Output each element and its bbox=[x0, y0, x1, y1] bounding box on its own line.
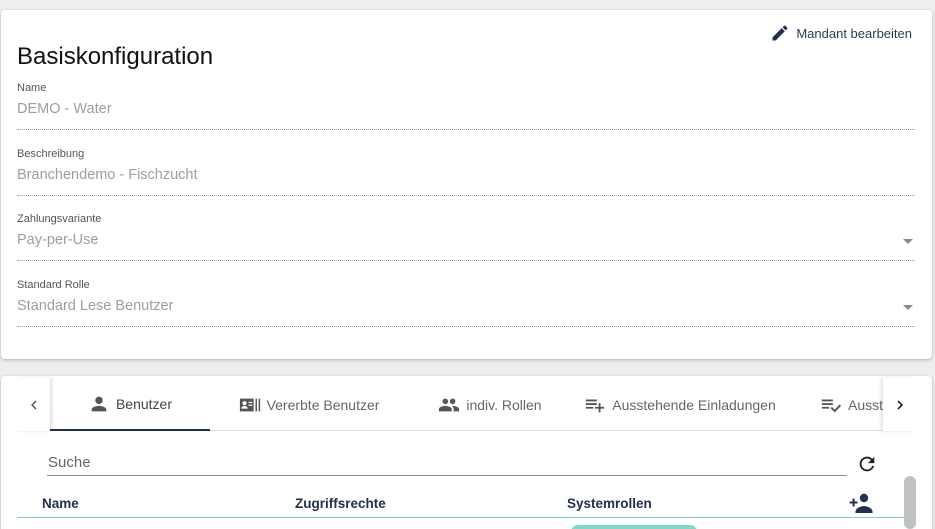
tabs-viewport: Benutzer Vererbte Benutzer indiv. Rollen… bbox=[50, 378, 884, 431]
default-role-select[interactable]: Standard Rolle Standard Lese Benutzer bbox=[17, 279, 915, 327]
tab-scroll-left-button[interactable] bbox=[17, 378, 50, 431]
tab-label: Ausst bbox=[848, 396, 884, 413]
pencil-icon bbox=[772, 25, 788, 41]
description-field[interactable]: Beschreibung Branchendemo - Fischzucht bbox=[17, 148, 915, 196]
users-card: Benutzer Vererbte Benutzer indiv. Rollen… bbox=[1, 376, 932, 529]
dropdown-arrow-icon[interactable] bbox=[903, 305, 913, 310]
playlist-check-icon bbox=[821, 399, 842, 412]
description-field-label: Beschreibung bbox=[17, 148, 85, 160]
page-title: Basiskonfiguration bbox=[17, 43, 214, 70]
payment-variant-label: Zahlungsvariante bbox=[17, 213, 102, 225]
person-add-icon bbox=[849, 493, 873, 513]
name-field-value: DEMO - Water bbox=[17, 101, 112, 117]
name-field-label: Name bbox=[17, 82, 47, 94]
tab-scroll-right-button[interactable] bbox=[883, 378, 916, 431]
scrollbar-thumb[interactable] bbox=[904, 476, 916, 529]
name-field[interactable]: Name DEMO - Water bbox=[17, 82, 915, 130]
tab-label: Vererbte Benutzer bbox=[266, 396, 380, 413]
default-role-value: Standard Lese Benutzer bbox=[17, 298, 174, 314]
tab-vererbte-benutzer[interactable]: Vererbte Benutzer bbox=[226, 378, 392, 431]
tab-indiv-rollen[interactable]: indiv. Rollen bbox=[430, 378, 550, 431]
column-header-system-roles[interactable]: Systemrollen bbox=[567, 496, 652, 511]
playlist-add-icon bbox=[586, 399, 605, 412]
tab-ausst[interactable]: Ausst bbox=[820, 378, 884, 431]
column-header-access-rights[interactable]: Zugriffsrechte bbox=[295, 496, 386, 511]
dropdown-arrow-icon[interactable] bbox=[903, 239, 913, 244]
description-field-value: Branchendemo - Fischzucht bbox=[17, 167, 198, 183]
search-input[interactable] bbox=[47, 450, 847, 474]
default-role-label: Standard Rolle bbox=[17, 279, 90, 291]
payment-variant-value: Pay-per-Use bbox=[17, 232, 99, 248]
edit-tenant-label: Mandant bearbeiten bbox=[796, 25, 912, 41]
chevron-right-icon bbox=[896, 400, 903, 409]
tab-ausstehende-einladungen[interactable]: Ausstehende Einladungen bbox=[580, 378, 780, 431]
person-icon bbox=[91, 396, 107, 411]
refresh-button[interactable] bbox=[856, 453, 878, 475]
edit-tenant-button[interactable]: Mandant bearbeiten bbox=[770, 23, 912, 43]
refresh-icon bbox=[859, 456, 875, 472]
add-user-button[interactable] bbox=[849, 492, 875, 514]
system-role-chip bbox=[571, 525, 697, 529]
column-header-name[interactable]: Name bbox=[42, 496, 79, 511]
search-field[interactable] bbox=[47, 450, 847, 476]
contact-card-icon bbox=[239, 398, 260, 411]
basis-config-card: Mandant bearbeiten Basiskonfiguration Na… bbox=[1, 10, 932, 359]
tab-label: indiv. Rollen bbox=[466, 396, 542, 413]
people-icon bbox=[439, 398, 460, 411]
tab-label: Ausstehende Einladungen bbox=[612, 396, 776, 413]
payment-variant-select[interactable]: Zahlungsvariante Pay-per-Use bbox=[17, 213, 915, 261]
chevron-left-icon bbox=[30, 400, 37, 409]
tab-benutzer[interactable]: Benutzer bbox=[50, 378, 210, 431]
tab-label: Benutzer bbox=[115, 395, 173, 412]
tab-bar: Benutzer Vererbte Benutzer indiv. Rollen… bbox=[17, 378, 916, 431]
table-header: Name Zugriffsrechte Systemrollen bbox=[17, 482, 916, 518]
